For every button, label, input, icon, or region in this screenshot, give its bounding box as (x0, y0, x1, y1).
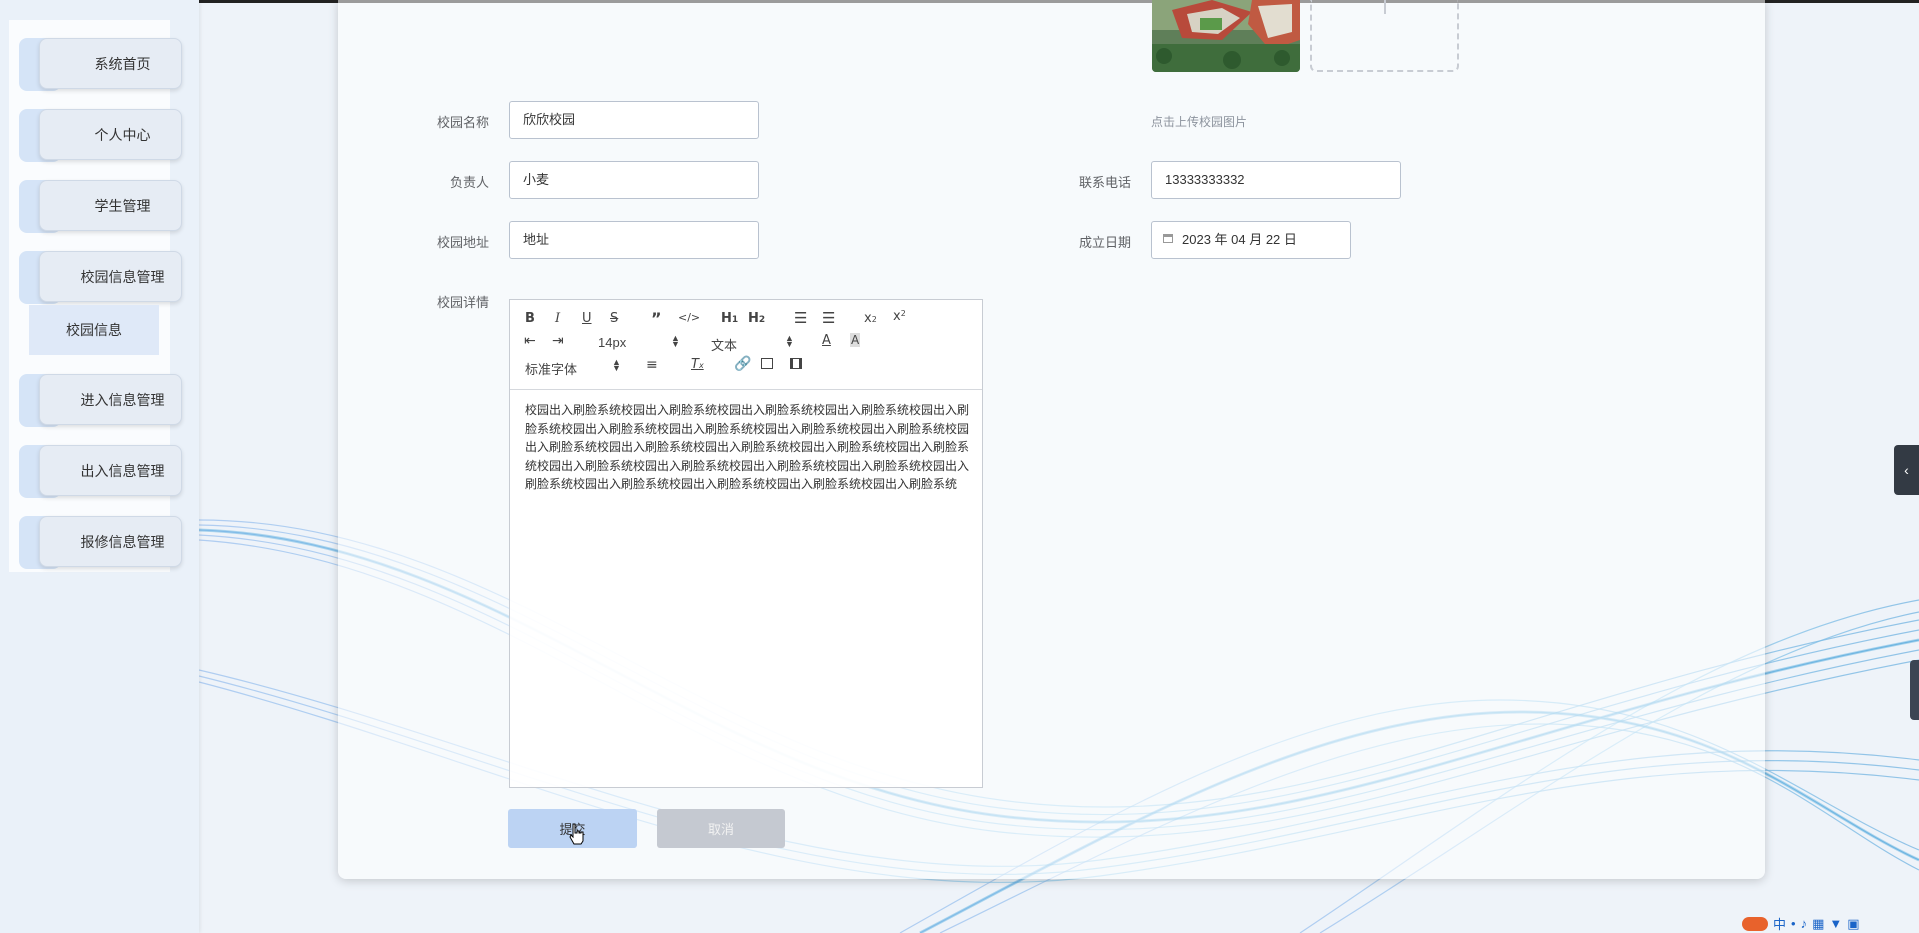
image-icon[interactable] (761, 358, 773, 369)
indent-icon[interactable]: ⇥ (552, 333, 564, 349)
chevron-left-icon: ‹ (1904, 462, 1909, 478)
font-family-value: 标准字体 (525, 362, 578, 377)
toolbox-icon[interactable]: ▣ (1847, 916, 1859, 932)
font-size-select[interactable]: 14px ▲ ▼ (598, 333, 680, 351)
sidebar-item-label[interactable]: 系统首页 (39, 38, 182, 89)
date-label: 成立日期 (1078, 235, 1131, 250)
keyboard-icon[interactable]: ▦ (1812, 916, 1824, 932)
campus-name-input[interactable]: 欣欣校园 (509, 101, 759, 139)
rich-text-editor[interactable]: B I U S ” </> H1 H2 ☰ ☰ x2 x2 ⇤ ⇥ 14px ▲… (509, 299, 983, 788)
hand-cursor-icon (569, 823, 584, 845)
text-type-select[interactable]: 文本 ▲ ▼ (711, 333, 794, 354)
sidebar-item-personal-center[interactable]: 个人中心 (19, 109, 184, 162)
video-icon[interactable] (790, 358, 802, 369)
date-picker[interactable]: 2023 年 04 月 22 日 (1151, 221, 1351, 259)
collapse-panel-button[interactable]: ‹ (1894, 445, 1919, 495)
ordered-list-icon[interactable]: ☰ (794, 309, 807, 327)
upload-tip: 点击上传校园图片 (1151, 115, 1248, 129)
sidebar-item-campus-info-management[interactable]: 校园信息管理 (19, 251, 184, 304)
strikethrough-icon[interactable]: S (610, 311, 618, 326)
code-block-icon[interactable]: </> (678, 311, 700, 324)
upload-image-button[interactable] (1310, 0, 1459, 72)
date-value: 2023 年 04 月 22 日 (1182, 232, 1297, 247)
address-label: 校园地址 (436, 235, 489, 250)
background-color-icon[interactable]: A (850, 333, 861, 347)
phone-label: 联系电话 (1078, 175, 1131, 190)
sidebar-item-label[interactable]: 校园信息管理 (39, 251, 182, 302)
link-icon[interactable]: 🔗 (734, 356, 751, 372)
manager-label: 负责人 (449, 175, 489, 190)
heading-2-icon[interactable]: H2 (748, 311, 765, 326)
blockquote-icon[interactable]: ” (651, 309, 662, 328)
skin-icon[interactable]: ▼ (1829, 916, 1842, 931)
sidebar-item-entry-info-management[interactable]: 进入信息管理 (19, 374, 184, 427)
bold-icon[interactable]: B (525, 311, 535, 326)
address-input[interactable]: 地址 (509, 221, 759, 259)
sidebar-item-student-management[interactable]: 学生管理 (19, 180, 184, 233)
editor-toolbar: B I U S ” </> H1 H2 ☰ ☰ x2 x2 ⇤ ⇥ 14px ▲… (510, 300, 982, 390)
outdent-icon[interactable]: ⇤ (524, 333, 536, 349)
side-scroll-strip[interactable] (1910, 660, 1919, 720)
subscript-icon[interactable]: x2 (864, 311, 877, 326)
campus-image-thumbnail[interactable] (1152, 0, 1300, 72)
sidebar-item-label[interactable]: 报修信息管理 (39, 516, 182, 567)
cancel-button[interactable]: 取消 (657, 809, 785, 848)
campus-photo-icon (1152, 0, 1300, 72)
manager-input[interactable]: 小麦 (509, 161, 759, 199)
editor-content[interactable]: 校园出入刷脸系统校园出入刷脸系统校园出入刷脸系统校园出入刷脸系统校园出入刷脸系统… (525, 401, 970, 494)
system-tray: 中 • ♪ ▦ ▼ ▣ (1742, 914, 1860, 933)
sidebar-item-label[interactable]: 学生管理 (39, 180, 182, 231)
submenu-campus-info[interactable]: 校园信息 (29, 305, 159, 355)
text-type-value: 文本 (711, 338, 738, 353)
plus-icon (1384, 0, 1386, 14)
superscript-icon[interactable]: x2 (893, 309, 906, 324)
font-size-value: 14px (598, 335, 627, 350)
sidebar-item-label[interactable]: 个人中心 (39, 109, 182, 160)
calendar-icon (1163, 234, 1173, 243)
sidebar-item-label[interactable]: 出入信息管理 (39, 445, 182, 496)
select-arrow-icon: ▲ ▼ (785, 333, 794, 349)
sidebar-item-access-info-management[interactable]: 出入信息管理 (19, 445, 184, 498)
sidebar-item-home[interactable]: 系统首页 (19, 38, 184, 91)
chinese-input-icon[interactable]: 中 (1773, 914, 1786, 933)
clear-format-icon[interactable]: Tx (691, 357, 704, 372)
microphone-icon[interactable]: ♪ (1801, 916, 1808, 931)
heading-1-icon[interactable]: H1 (721, 311, 738, 326)
detail-label: 校园详情 (436, 295, 489, 310)
sidebar-item-repair-info-management[interactable]: 报修信息管理 (19, 516, 184, 569)
align-icon[interactable]: ≡ (646, 357, 658, 373)
phone-input[interactable]: 13333333332 (1151, 161, 1401, 199)
italic-icon[interactable]: I (555, 311, 560, 326)
bullet-list-icon[interactable]: ☰ (822, 309, 835, 327)
sidebar-item-label[interactable]: 进入信息管理 (39, 374, 182, 425)
ime-logo-icon[interactable] (1742, 916, 1768, 931)
select-arrow-icon: ▲ ▼ (612, 357, 621, 373)
underline-icon[interactable]: U (582, 311, 592, 326)
sidebar: 系统首页 个人中心 学生管理 校园信息管理 校园信息 进入信息管理 出入信息管理… (0, 0, 199, 933)
font-color-icon[interactable]: A (822, 333, 831, 348)
campus-name-label: 校园名称 (436, 115, 489, 130)
select-arrow-icon: ▲ ▼ (671, 333, 680, 349)
punctuation-icon[interactable]: • (1791, 916, 1796, 931)
font-family-select[interactable]: 标准字体 ▲ ▼ (525, 357, 635, 378)
